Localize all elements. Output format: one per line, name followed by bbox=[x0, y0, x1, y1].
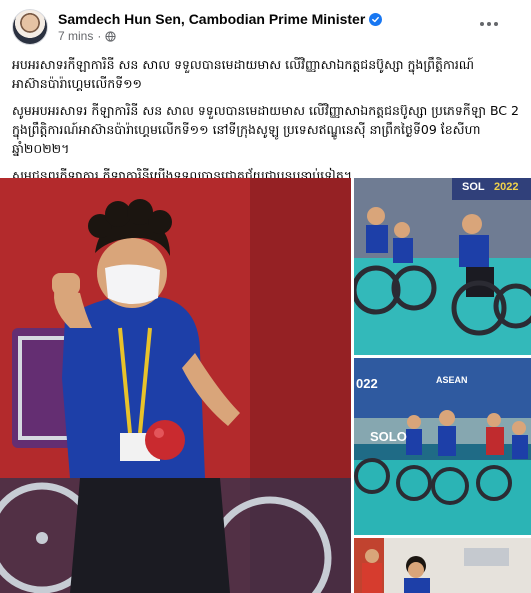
side-photo-1[interactable]: SOL 2022 bbox=[354, 178, 531, 355]
side-photo-2-sign: SOLO bbox=[370, 429, 407, 444]
photo-grid: SOL 2022 022 ASEAN SOLO bbox=[0, 178, 531, 593]
side-photo-2-year: 022 bbox=[356, 376, 378, 391]
globe-icon bbox=[105, 30, 116, 42]
side-photo-2[interactable]: 022 ASEAN SOLO bbox=[354, 358, 531, 535]
more-options-button[interactable] bbox=[475, 12, 503, 36]
post-text: អបអរសាទរកីឡាការិនី សន សាល ទទួលបានមេដាយមា… bbox=[12, 55, 520, 193]
side-photo-1-sign: SOL bbox=[462, 181, 485, 193]
main-photo[interactable] bbox=[0, 178, 351, 593]
post-meta: 7 mins · bbox=[58, 29, 116, 43]
author-avatar[interactable] bbox=[12, 9, 48, 45]
side-photo-3[interactable] bbox=[354, 538, 531, 593]
more-dot-icon bbox=[494, 22, 498, 26]
author-name[interactable]: Samdech Hun Sen, Cambodian Prime Ministe… bbox=[58, 11, 365, 27]
author-row: Samdech Hun Sen, Cambodian Prime Ministe… bbox=[58, 11, 383, 27]
post-paragraph: អបអរសាទរកីឡាការិនី សន សាល ទទួលបានមេដាយមា… bbox=[12, 57, 475, 91]
more-dot-icon bbox=[487, 22, 491, 26]
post-header: Samdech Hun Sen, Cambodian Prime Ministe… bbox=[0, 0, 531, 50]
post-timestamp[interactable]: 7 mins bbox=[58, 29, 93, 43]
more-dot-icon bbox=[480, 22, 484, 26]
post-paragraph: សូមអបអរសាទរ កីឡាការិនី សន សាល ទទួលបានមេដ… bbox=[12, 103, 519, 156]
side-photo-1-year: 2022 bbox=[494, 181, 519, 193]
meta-separator: · bbox=[97, 29, 102, 43]
side-photo-2-sign-asean: ASEAN bbox=[436, 375, 468, 385]
verified-badge-icon bbox=[369, 12, 383, 26]
